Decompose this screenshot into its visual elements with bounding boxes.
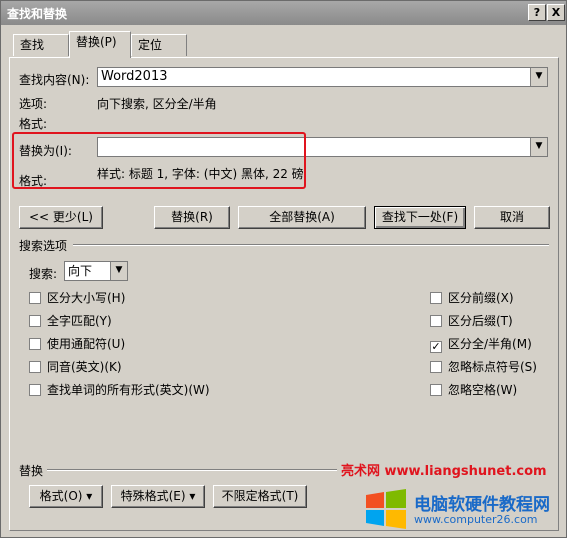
options-value: 向下搜索, 区分全/半角 (97, 97, 217, 111)
tab-goto[interactable]: 定位(G) (131, 34, 187, 72)
ignore-space-checkbox[interactable]: 忽略空格(W) (430, 383, 517, 399)
no-format-button[interactable]: 不限定格式(T) (213, 485, 307, 508)
replace-label: 替换为(I): (19, 144, 72, 158)
checkbox-box (29, 292, 41, 304)
find-input[interactable]: Word2013 ▼ (97, 67, 548, 87)
special-format-button[interactable]: 特殊格式(E) ▾ (111, 485, 205, 508)
match-case-checkbox[interactable]: 区分大小写(H) (29, 291, 125, 307)
special-dropdown-icon: ▾ (189, 489, 196, 503)
replace-section-divider (47, 469, 337, 471)
ignore-punct-label: 忽略标点符号(S) (448, 360, 537, 374)
replace-format-value: 样式: 标题 1, 字体: (中文) 黑体, 22 磅 (97, 167, 304, 181)
find-next-button[interactable]: 查找下一处(F) (374, 206, 466, 229)
find-input-value: Word2013 (101, 69, 168, 84)
title-bar[interactable]: 查找和替换 ? X (1, 1, 566, 25)
whole-word-checkbox[interactable]: 全字匹配(Y) (29, 314, 112, 330)
replace-button[interactable]: 替换(R) (154, 206, 230, 229)
search-direction-dropdown-icon[interactable]: ▼ (110, 262, 127, 280)
checkbox-box (430, 315, 442, 327)
sounds-like-label: 同音(英文)(K) (47, 360, 122, 374)
all-word-forms-checkbox[interactable]: 查找单词的所有形式(英文)(W) (29, 383, 210, 399)
format-button-label: 格式(O) (39, 489, 83, 503)
window-title: 查找和替换 (7, 7, 68, 21)
windows-logo-icon (366, 489, 406, 529)
watermark-line1: 亮术网 www.liangshunet.com (341, 464, 547, 479)
checkbox-box (29, 361, 41, 373)
checkbox-box (430, 361, 442, 373)
search-direction-label: 搜索: (29, 267, 58, 281)
checkbox-box (29, 338, 41, 350)
replace-format-label: 格式: (19, 174, 48, 188)
checkmark-icon: ✓ (430, 340, 442, 353)
special-format-label: 特殊格式(E) (120, 489, 186, 503)
search-direction-value: 向下 (68, 264, 93, 278)
search-direction-select[interactable]: 向下 ▼ (64, 261, 128, 281)
match-width-label: 区分全/半角(M) (448, 337, 532, 351)
match-prefix-label: 区分前缀(X) (448, 291, 514, 305)
search-options-divider (73, 244, 549, 246)
format-button[interactable]: 格式(O) ▾ (29, 485, 103, 508)
find-dropdown-icon[interactable]: ▼ (530, 68, 547, 86)
close-button[interactable]: X (547, 4, 565, 21)
options-label: 选项: (19, 97, 48, 111)
ignore-punct-checkbox[interactable]: 忽略标点符号(S) (430, 360, 537, 376)
replace-input[interactable]: ▼ (97, 137, 548, 157)
tab-replace[interactable]: 替换(P) (69, 31, 131, 58)
all-word-forms-label: 查找单词的所有形式(英文)(W) (47, 383, 210, 397)
tab-find[interactable]: 查找(D) (13, 34, 69, 72)
checkbox-box (430, 384, 442, 396)
checkbox-box (29, 384, 41, 396)
ignore-space-label: 忽略空格(W) (448, 383, 518, 397)
format-dropdown-icon: ▾ (86, 489, 93, 503)
watermark-line3: www.computer26.com (414, 513, 538, 526)
less-button[interactable]: << 更少(L) (19, 206, 103, 229)
whole-word-label: 全字匹配(Y) (47, 314, 112, 328)
watermark-line2: 电脑软硬件教程网 (414, 495, 550, 515)
replace-section-label: 替换 (19, 464, 44, 478)
wildcards-label: 使用通配符(U) (47, 337, 126, 351)
help-button[interactable]: ? (528, 4, 546, 21)
find-label: 查找内容(N): (19, 73, 90, 87)
checkbox-box (29, 315, 41, 327)
match-prefix-checkbox[interactable]: 区分前缀(X) (430, 291, 514, 307)
match-suffix-checkbox[interactable]: 区分后缀(T) (430, 314, 513, 330)
replace-dropdown-icon[interactable]: ▼ (530, 138, 547, 156)
wildcards-checkbox[interactable]: 使用通配符(U) (29, 337, 125, 353)
match-width-checkbox[interactable]: ✓ 区分全/半角(M) (430, 337, 532, 353)
sounds-like-checkbox[interactable]: 同音(英文)(K) (29, 360, 122, 376)
checkbox-box (430, 292, 442, 304)
find-replace-dialog: 查找和替换 ? X 查找(D) 替换(P) 定位(G) 查找内容(N): Wor… (0, 0, 567, 538)
cancel-button[interactable]: 取消 (474, 206, 550, 229)
match-suffix-label: 区分后缀(T) (448, 314, 513, 328)
find-format-label: 格式: (19, 117, 48, 131)
match-case-label: 区分大小写(H) (47, 291, 126, 305)
search-options-label: 搜索选项 (19, 239, 68, 253)
replace-all-button[interactable]: 全部替换(A) (238, 206, 366, 229)
